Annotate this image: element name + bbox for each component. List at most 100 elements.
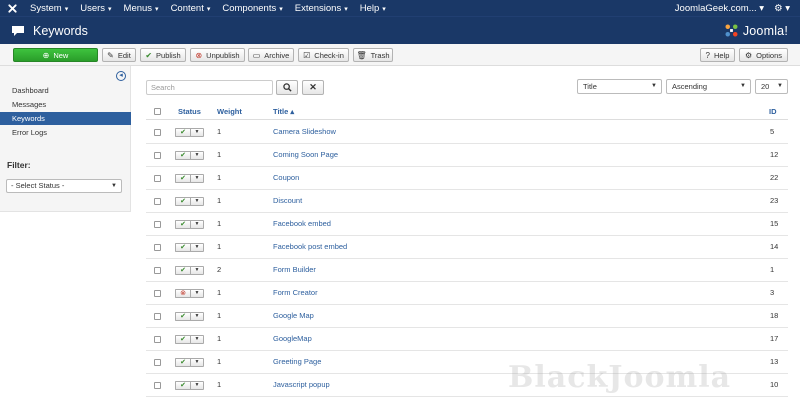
publish-button[interactable]: ✔ Publish xyxy=(140,48,186,62)
published-check-icon[interactable]: ✔ xyxy=(175,381,190,390)
row-title-link[interactable]: GoogleMap xyxy=(273,334,312,343)
menu-content[interactable]: Content ▾ xyxy=(165,3,217,14)
status-toggle[interactable]: ✔ ▼ xyxy=(175,128,204,137)
status-toggle[interactable]: ✔ ▼ xyxy=(175,197,204,206)
row-weight: 1 xyxy=(217,219,222,228)
row-checkbox[interactable] xyxy=(154,336,161,343)
published-check-icon[interactable]: ✔ xyxy=(175,128,190,137)
sort-direction-select[interactable]: Ascending ▼ xyxy=(666,79,751,94)
row-checkbox[interactable] xyxy=(154,221,161,228)
row-title-link[interactable]: Coming Soon Page xyxy=(273,150,338,159)
site-name-menu[interactable]: JoomlaGeek.com... ▾ xyxy=(669,3,770,14)
row-checkbox[interactable] xyxy=(154,382,161,389)
row-title-link[interactable]: Coupon xyxy=(273,173,299,182)
sidebar-item-messages[interactable]: Messages xyxy=(0,98,131,111)
options-button[interactable]: ⚙ Options xyxy=(739,48,788,62)
chevron-down-icon[interactable]: ▼ xyxy=(190,312,204,321)
status-toggle[interactable]: ✔ ▼ xyxy=(175,312,204,321)
status-toggle[interactable]: ✔ ▼ xyxy=(175,243,204,252)
row-title-link[interactable]: Google Map xyxy=(273,311,314,320)
chevron-down-icon[interactable]: ▼ xyxy=(190,381,204,390)
published-check-icon[interactable]: ✔ xyxy=(175,335,190,344)
chevron-down-icon[interactable]: ▼ xyxy=(190,128,204,137)
column-header-status[interactable]: Status xyxy=(178,107,201,116)
table-row: ✔ ▼ 1 Coupon 22 xyxy=(146,167,788,190)
status-toggle[interactable]: ✔ ▼ xyxy=(175,151,204,160)
menu-menus[interactable]: Menus ▾ xyxy=(118,3,165,14)
row-title-link[interactable]: Camera Slideshow xyxy=(273,127,336,136)
chevron-down-icon[interactable]: ▼ xyxy=(190,289,204,298)
row-title-link[interactable]: Javascript popup xyxy=(273,380,330,389)
chevron-down-icon[interactable]: ▼ xyxy=(190,220,204,229)
chevron-down-icon[interactable]: ▼ xyxy=(190,335,204,344)
new-button[interactable]: ⊕ New xyxy=(13,48,98,62)
row-id: 14 xyxy=(770,242,779,251)
published-check-icon[interactable]: ✔ xyxy=(175,358,190,367)
sort-field-select[interactable]: Title ▼ xyxy=(577,79,662,94)
row-title-link[interactable]: Greeting Page xyxy=(273,357,321,366)
published-check-icon[interactable]: ✔ xyxy=(175,174,190,183)
column-header-title[interactable]: Title ▴ xyxy=(273,107,294,116)
search-input[interactable]: Search xyxy=(146,80,273,95)
status-toggle[interactable]: ✔ ▼ xyxy=(175,358,204,367)
unpublished-x-icon[interactable]: ⊗ xyxy=(175,289,190,298)
menu-extensions[interactable]: Extensions ▾ xyxy=(289,3,354,14)
search-button[interactable] xyxy=(276,80,298,95)
row-checkbox[interactable] xyxy=(154,290,161,297)
row-checkbox[interactable] xyxy=(154,198,161,205)
row-title-link[interactable]: Facebook embed xyxy=(273,219,331,228)
column-header-id[interactable]: ID xyxy=(769,107,777,116)
select-all-checkbox[interactable] xyxy=(154,108,161,115)
chevron-down-icon[interactable]: ▼ xyxy=(190,243,204,252)
published-check-icon[interactable]: ✔ xyxy=(175,197,190,206)
menu-help[interactable]: Help ▾ xyxy=(354,3,392,14)
published-check-icon[interactable]: ✔ xyxy=(175,220,190,229)
row-checkbox[interactable] xyxy=(154,244,161,251)
chevron-down-icon[interactable]: ▼ xyxy=(190,174,204,183)
menu-system[interactable]: System ▾ xyxy=(24,3,74,14)
chevron-down-icon[interactable]: ▼ xyxy=(190,151,204,160)
row-checkbox[interactable] xyxy=(154,175,161,182)
row-title-link[interactable]: Discount xyxy=(273,196,302,205)
unpublish-button[interactable]: ⊗ Unpublish xyxy=(190,48,245,62)
joomla-logo-icon[interactable] xyxy=(0,0,24,16)
column-header-weight[interactable]: Weight xyxy=(217,107,242,116)
edit-button[interactable]: ✎ Edit xyxy=(102,48,136,62)
status-toggle[interactable]: ✔ ▼ xyxy=(175,266,204,275)
row-checkbox[interactable] xyxy=(154,129,161,136)
chevron-down-icon[interactable]: ▼ xyxy=(190,266,204,275)
archive-button[interactable]: ▭ Archive xyxy=(248,48,294,62)
collapse-sidebar-icon[interactable]: ◂ xyxy=(116,71,126,81)
menu-components[interactable]: Components ▾ xyxy=(216,3,288,14)
chevron-down-icon[interactable]: ▼ xyxy=(190,358,204,367)
status-toggle[interactable]: ⊗ ▼ xyxy=(175,289,204,298)
list-limit-select[interactable]: 20 ▼ xyxy=(755,79,788,94)
row-title-link[interactable]: Form Builder xyxy=(273,265,316,274)
status-toggle[interactable]: ✔ ▼ xyxy=(175,174,204,183)
row-checkbox[interactable] xyxy=(154,267,161,274)
sidebar-item-error-logs[interactable]: Error Logs xyxy=(0,126,131,139)
row-checkbox[interactable] xyxy=(154,313,161,320)
status-toggle[interactable]: ✔ ▼ xyxy=(175,335,204,344)
status-toggle[interactable]: ✔ ▼ xyxy=(175,220,204,229)
published-check-icon[interactable]: ✔ xyxy=(175,243,190,252)
checkin-button[interactable]: ☑ Check-in xyxy=(298,48,349,62)
settings-gear-icon[interactable]: ⚙ ▾ xyxy=(770,3,800,14)
published-check-icon[interactable]: ✔ xyxy=(175,312,190,321)
chevron-down-icon[interactable]: ▼ xyxy=(190,197,204,206)
trash-button[interactable]: 🗑 Trash xyxy=(353,48,393,62)
row-checkbox[interactable] xyxy=(154,152,161,159)
row-id: 5 xyxy=(770,127,775,136)
status-toggle[interactable]: ✔ ▼ xyxy=(175,381,204,390)
published-check-icon[interactable]: ✔ xyxy=(175,266,190,275)
clear-search-button[interactable]: ✕ xyxy=(302,80,324,95)
status-filter-select[interactable]: - Select Status - ▼ xyxy=(6,179,122,193)
help-button[interactable]: ? Help xyxy=(700,48,735,62)
menu-users[interactable]: Users ▾ xyxy=(74,3,117,14)
row-title-link[interactable]: Form Creator xyxy=(273,288,318,297)
published-check-icon[interactable]: ✔ xyxy=(175,151,190,160)
sidebar-item-keywords[interactable]: Keywords xyxy=(0,112,131,125)
row-checkbox[interactable] xyxy=(154,359,161,366)
sidebar-item-dashboard[interactable]: Dashboard xyxy=(0,84,131,97)
row-title-link[interactable]: Facebook post embed xyxy=(273,242,347,251)
